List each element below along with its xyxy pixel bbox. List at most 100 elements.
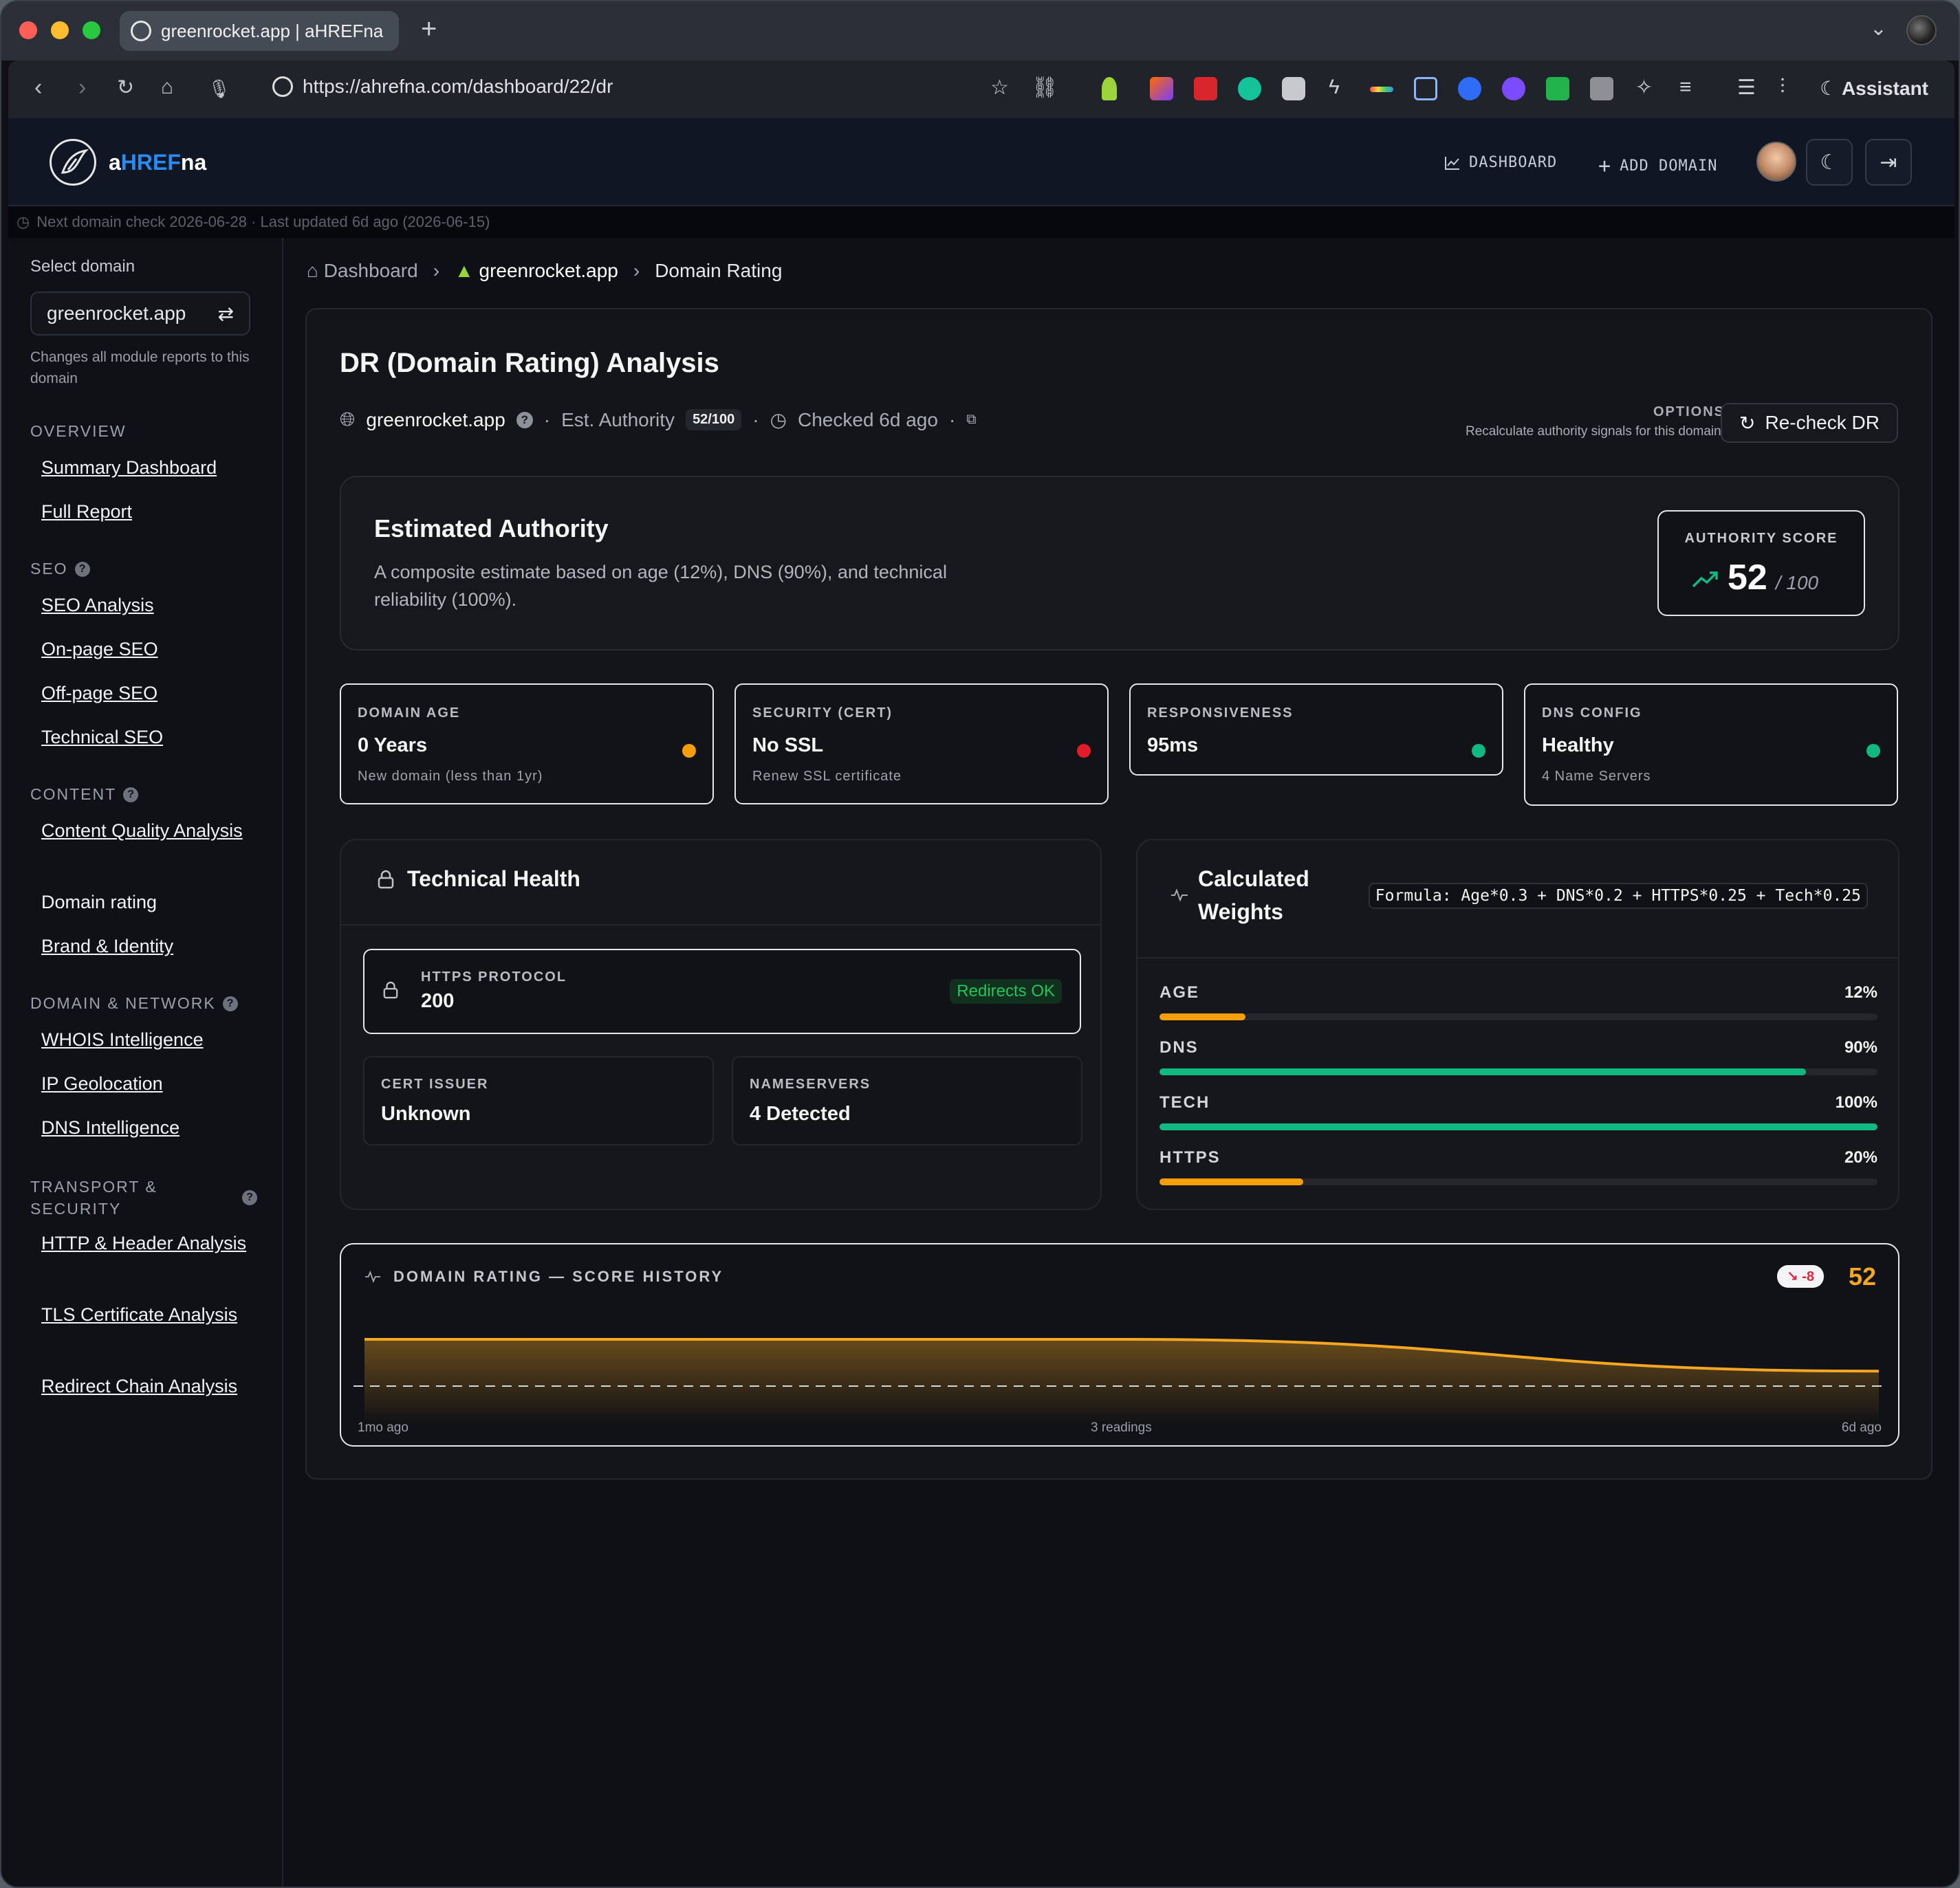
tab-title: greenrocket.app | aHREFna [161,20,384,41]
technical-heading: Technical Health [407,866,580,891]
new-tab-icon[interactable]: + [421,14,437,45]
rainbow-extension-icon[interactable] [1370,87,1393,92]
separator-dot: · [752,408,759,430]
frame-extension-icon[interactable] [1414,77,1437,100]
authority-heading: Estimated Authority [374,514,609,542]
url-field[interactable]: https://ahrefna.com/dashboard/22/dr [272,76,613,98]
help-icon[interactable]: ? [74,561,90,577]
authority-score-label: AUTHORITY SCORE [1684,531,1838,546]
section-title: SEO [30,560,68,578]
bookmark-star-icon[interactable]: ☆ [990,76,1009,100]
sidebar-item-brand-identity[interactable]: Brand & Identity [41,932,261,960]
download-extension-icon[interactable] [1546,77,1569,100]
minimize-window-button[interactable] [51,21,69,39]
help-icon[interactable]: ? [123,787,139,802]
share-link-icon[interactable]: ⛓ [1032,76,1058,100]
weight-fill [1159,1013,1246,1020]
sidebar-item-tls-certificate[interactable]: TLS Certificate Analysis [41,1301,261,1328]
chart-line-icon [1445,156,1459,170]
forward-icon[interactable]: › [78,74,86,101]
nav-dashboard-link[interactable]: DASHBOARD [1444,154,1557,171]
site-favicon-icon [131,21,151,41]
grammar-extension-icon[interactable] [1238,77,1261,100]
logout-button[interactable]: ⇥ [1865,139,1912,186]
sidebar-item-content-quality[interactable]: Content Quality Analysis [41,817,261,844]
https-label: HTTPS PROTOCOL [421,969,567,985]
lock-icon [383,981,398,999]
user-avatar[interactable] [1756,142,1796,182]
maximize-window-button[interactable] [83,21,100,39]
options-label: OPTIONS [1653,404,1725,419]
clock-icon: ◷ [770,409,787,430]
app-logo-text[interactable]: aHREFna [109,150,206,175]
home-icon[interactable]: ⌂ [161,76,173,99]
nameservers-box: NAMESERVERS 4 Detected [732,1056,1082,1145]
close-window-button[interactable] [19,21,37,39]
options-block: OPTIONS Recalculate authority signals fo… [1466,404,1725,439]
k-extension-icon[interactable] [1150,77,1173,100]
axis-label-start: 1mo ago [358,1420,409,1435]
browser-profile-avatar[interactable] [1906,15,1937,45]
site-info-icon[interactable] [272,76,293,97]
metric-value: Healthy [1542,734,1614,756]
chevron-right-icon: › [433,260,440,281]
metric-sub: Renew SSL certificate [752,769,902,784]
score-history-area [364,1339,1879,1423]
nav-add-domain-link[interactable]: + ADD DOMAIN [1598,154,1718,178]
sidebar-item-http-header[interactable]: HTTP & Header Analysis [41,1229,261,1257]
sidebar-item-off-page-seo[interactable]: Off-page SEO [41,679,261,707]
selected-domain: greenrocket.app [47,303,186,324]
assistant-button[interactable]: ☾ Assistant [1820,77,1928,100]
iq-extension-icon[interactable] [1458,77,1481,100]
metric-value: No SSL [752,734,824,756]
browser-tab[interactable]: greenrocket.app | aHREFna [120,11,399,51]
sidebar-item-full-report[interactable]: Full Report [41,498,261,525]
status-dot [1866,744,1880,758]
lightning-extension-icon[interactable]: ϟ [1329,76,1340,99]
audio-wave-icon[interactable]: ⫶ [1780,76,1785,99]
sidebar-item-technical-seo[interactable]: Technical SEO [41,723,261,751]
camera-extension-icon[interactable] [1282,77,1305,100]
weight-track [1159,1178,1877,1185]
puzzle-extensions-icon[interactable]: ✧ [1635,76,1653,100]
reload-icon[interactable]: ↻ [117,76,134,100]
bird-logo-icon[interactable] [50,139,96,186]
weights-formula: Formula: Age*0.3 + DNS*0.2 + HTTPS*0.25 … [1368,883,1868,909]
sidebar-item-summary-dashboard[interactable]: Summary Dashboard [41,454,261,481]
chevron-down-icon[interactable]: ⌄ [1870,17,1887,41]
current-score: 52 [1848,1262,1876,1291]
nameservers-label: NAMESERVERS [750,1077,871,1092]
sidebar-item-whois[interactable]: WHOIS Intelligence [41,1026,261,1053]
help-icon[interactable]: ? [242,1190,257,1205]
sidebar-item-dns-intelligence[interactable]: DNS Intelligence [41,1114,261,1141]
back-icon[interactable]: ‹ [34,74,42,101]
theme-toggle-button[interactable]: ☾ [1806,139,1853,186]
help-icon[interactable]: ? [222,996,238,1011]
meta-site: greenrocket.app [366,408,505,430]
clock-icon: ◷ [17,213,30,230]
main-panel: DR (Domain Rating) Analysis 🌐︎ greenrock… [305,308,1932,1480]
record-extension-icon[interactable] [1502,77,1525,100]
sidebar-item-domain-rating[interactable]: Domain rating [41,888,261,916]
reading-list-icon[interactable]: ≡ [1679,76,1692,99]
estimated-authority-card: Estimated Authority A composite estimate… [340,476,1899,650]
password-extension-icon[interactable] [1194,77,1217,100]
status-dot [1077,744,1091,758]
recheck-dr-button[interactable]: ↻ Re-check DR [1721,403,1898,443]
sidebar-item-ip-geolocation[interactable]: IP Geolocation [41,1070,261,1097]
microphone-icon[interactable]: 🎙 [208,78,230,100]
menu-lines-icon[interactable]: ☰ [1737,76,1756,100]
copy-icon[interactable]: ⧉ [966,412,976,428]
sidebar-item-seo-analysis[interactable]: SEO Analysis [41,591,261,619]
f-extension-icon[interactable] [1590,77,1613,100]
rocket-extension-icon[interactable] [1102,77,1117,100]
sidebar-item-on-page-seo[interactable]: On-page SEO [41,635,261,663]
help-icon[interactable]: ? [516,411,533,428]
breadcrumb-home[interactable]: ⌂ Dashboard [307,260,418,282]
sidebar-item-redirect-chain[interactable]: Redirect Chain Analysis [41,1372,261,1400]
authority-description: A composite estimate based on age (12%),… [374,562,947,610]
history-title-text: DOMAIN RATING — SCORE HISTORY [393,1268,724,1285]
breadcrumb-site[interactable]: ▲ greenrocket.app [455,260,618,282]
nav-dashboard-label: DASHBOARD [1469,154,1558,171]
domain-select[interactable]: greenrocket.app ⇄ [30,292,250,336]
